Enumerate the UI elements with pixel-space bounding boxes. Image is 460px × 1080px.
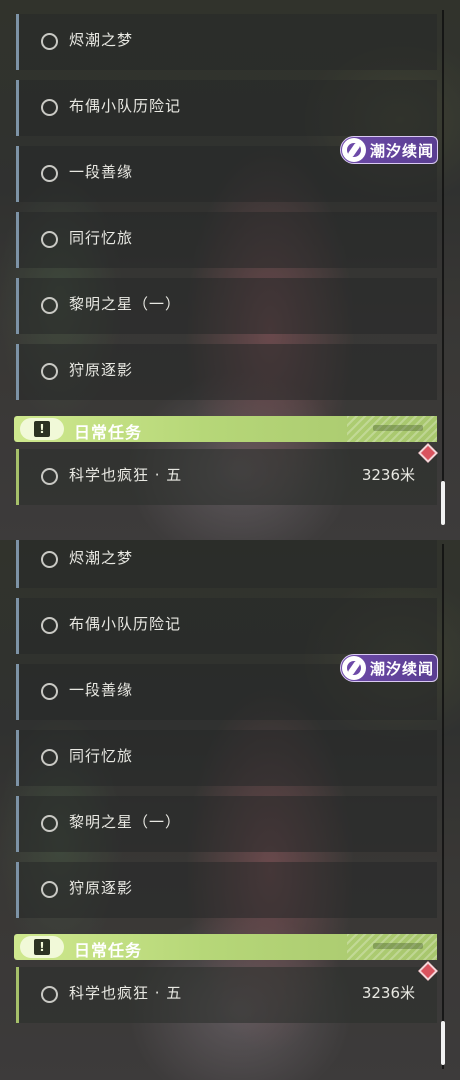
quest-title: 狩原逐影 — [69, 361, 134, 379]
exclamation-icon: ! — [34, 421, 50, 437]
circle-outline-icon — [41, 99, 58, 116]
daily-quest-header: ! 日常任务 — [14, 934, 437, 960]
circle-outline-icon — [41, 297, 58, 314]
quest-title: 烬潮之梦 — [69, 31, 134, 49]
quest-title: 布偶小队历险记 — [69, 97, 182, 115]
scrollbar-track[interactable] — [442, 10, 444, 525]
circle-outline-icon — [41, 683, 58, 700]
daily-section-title: 日常任务 — [74, 941, 143, 960]
daily-quest-header: ! 日常任务 — [14, 416, 437, 442]
scrollbar-thumb[interactable] — [441, 481, 445, 525]
circle-outline-icon — [41, 617, 58, 634]
quest-item[interactable]: 布偶小队历险记 — [16, 80, 437, 136]
quest-item[interactable]: 同行忆旅 — [16, 730, 437, 786]
quest-distance: 3236米 — [361, 466, 415, 484]
tide-news-tag[interactable]: 潮汐续闻 — [340, 136, 438, 164]
daily-quest-item[interactable]: 科学也疯狂 · 五 3236米 — [16, 449, 437, 505]
daily-quest-title: 科学也疯狂 · 五 — [69, 984, 183, 1002]
quest-title: 一段善缘 — [69, 681, 134, 699]
quest-item[interactable]: 黎明之星（一） — [16, 796, 437, 852]
circle-outline-icon — [41, 815, 58, 832]
circle-outline-icon — [41, 363, 58, 380]
daily-section-title: 日常任务 — [74, 423, 143, 442]
tide-emblem-icon — [342, 138, 366, 162]
quest-title: 烬潮之梦 — [69, 549, 134, 567]
quest-title: 同行忆旅 — [69, 747, 134, 765]
daily-quest-title: 科学也疯狂 · 五 — [69, 466, 183, 484]
daily-quest-item[interactable]: 科学也疯狂 · 五 3236米 — [16, 967, 437, 1023]
tag-label: 潮汐续闻 — [370, 142, 435, 160]
quest-item[interactable]: 同行忆旅 — [16, 212, 437, 268]
tag-label: 潮汐续闻 — [370, 660, 435, 678]
quest-item[interactable]: 烬潮之梦 — [16, 540, 437, 588]
circle-outline-icon — [41, 881, 58, 898]
scrollbar-track[interactable] — [442, 544, 444, 1069]
circle-outline-icon — [41, 165, 58, 182]
quest-title: 布偶小队历险记 — [69, 615, 182, 633]
quest-distance: 3236米 — [361, 984, 415, 1002]
daily-badge: ! — [20, 936, 64, 958]
quest-title: 一段善缘 — [69, 163, 134, 181]
quest-title: 黎明之星（一） — [69, 813, 182, 831]
quest-title: 黎明之星（一） — [69, 295, 182, 313]
header-fine-print — [373, 943, 423, 949]
circle-outline-icon — [41, 231, 58, 248]
quest-item[interactable]: 狩原逐影 — [16, 344, 437, 400]
exclamation-icon: ! — [34, 939, 50, 955]
circle-outline-icon — [41, 986, 58, 1003]
quest-tracker-panel: 烬潮之梦 布偶小队历险记 一段善缘 同行忆旅 黎明之星（一） 狩原逐影 潮汐续闻… — [0, 0, 460, 540]
tide-news-tag[interactable]: 潮汐续闻 — [340, 654, 438, 682]
circle-outline-icon — [41, 468, 58, 485]
scrollbar-thumb[interactable] — [441, 1021, 445, 1065]
quest-item[interactable]: 黎明之星（一） — [16, 278, 437, 334]
quest-item[interactable]: 狩原逐影 — [16, 862, 437, 918]
circle-outline-icon — [41, 749, 58, 766]
tide-emblem-icon — [342, 656, 366, 680]
header-fine-print — [373, 425, 423, 431]
circle-outline-icon — [41, 551, 58, 568]
circle-outline-icon — [41, 33, 58, 50]
quest-tracker-panel: 烬潮之梦 布偶小队历险记 一段善缘 同行忆旅 黎明之星（一） 狩原逐影 潮汐续闻… — [0, 540, 460, 1080]
quest-item[interactable]: 布偶小队历险记 — [16, 598, 437, 654]
quest-title: 狩原逐影 — [69, 879, 134, 897]
quest-item[interactable]: 烬潮之梦 — [16, 14, 437, 70]
daily-badge: ! — [20, 418, 64, 440]
quest-title: 同行忆旅 — [69, 229, 134, 247]
